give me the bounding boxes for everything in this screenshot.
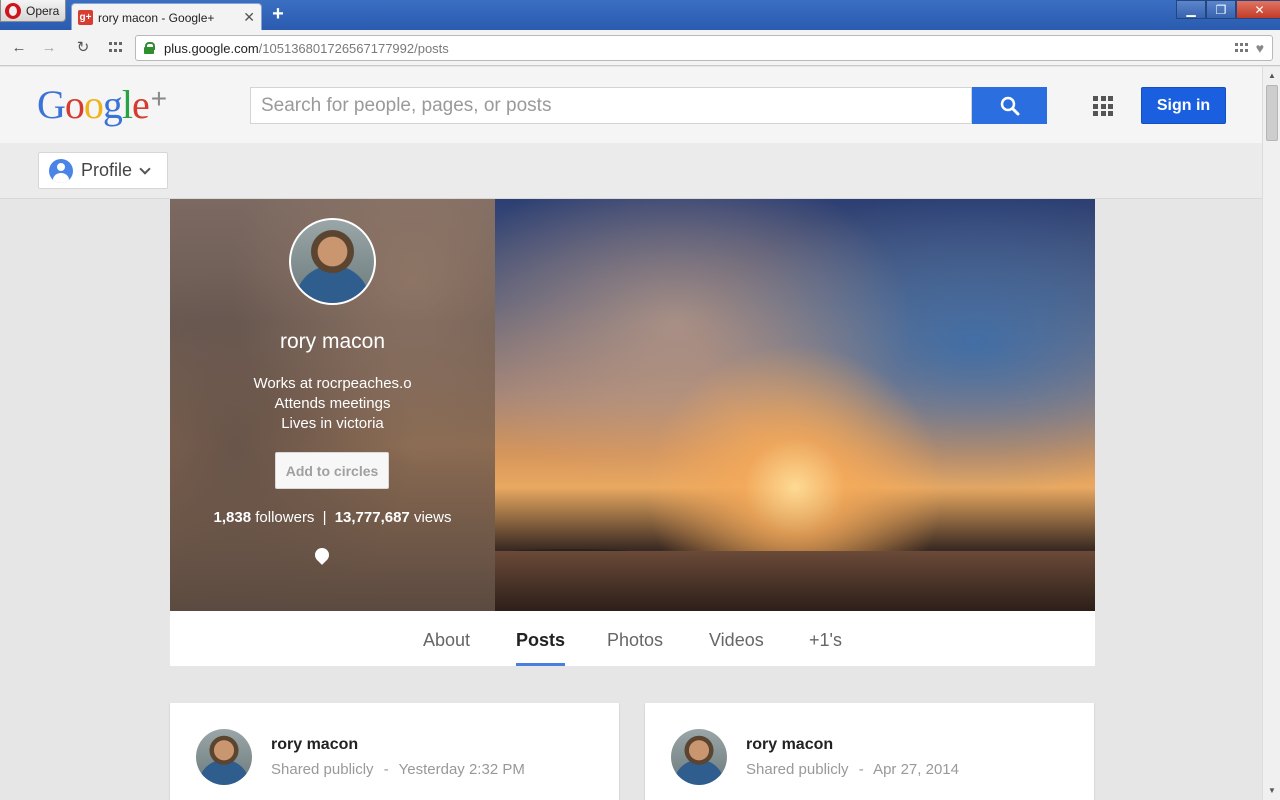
google-plus-header: Google+ Sign in [0,67,1262,143]
opera-logo-icon [5,2,21,19]
post-author-avatar[interactable] [671,729,727,785]
post-visibility[interactable]: Shared publicly [746,761,849,778]
cover-sea [495,551,1095,611]
google-plus-logo[interactable]: Google+ [37,81,167,128]
restore-button[interactable]: ❐ [1206,0,1236,19]
scroll-up-icon[interactable]: ▲ [1265,69,1279,83]
new-tab-button[interactable]: + [268,4,288,24]
minimize-button[interactable]: ▁ [1176,0,1206,19]
profile-work: Works at rocrpeaches.o [253,375,412,392]
post-timestamp[interactable]: Apr 27, 2014 [873,761,959,778]
opera-menu-button[interactable]: Opera [0,0,66,22]
profile-stats: 1,838 followers | 13,777,687 views [170,509,495,526]
person-icon [49,158,73,183]
lock-icon [144,42,155,54]
profile-name: rory macon [279,330,386,353]
profile-attends: Attends meetings [274,395,391,412]
tab-posts[interactable]: Posts [516,611,566,666]
sign-in-button[interactable]: Sign in [1141,87,1226,124]
post-author-avatar[interactable] [196,729,252,785]
search-button[interactable] [972,87,1047,124]
heart-icon[interactable]: ♥ [1256,41,1264,55]
profile-menu-button[interactable]: Profile [38,152,168,189]
tab-close-icon[interactable]: ✕ [243,9,255,26]
profile-menu-label: Profile [81,160,133,180]
search-input[interactable] [250,87,972,124]
post-meta: Shared publicly - Apr 27, 2014 [746,761,959,778]
stats-separator: | [322,509,327,526]
views-label: views [413,509,452,526]
forward-icon[interactable]: → [40,39,58,57]
add-to-circles-button[interactable]: Add to circles [275,452,389,489]
tab-plus-ones[interactable]: +1's [809,611,842,666]
profile-avatar[interactable] [289,218,376,305]
reload-icon[interactable]: ↻ [74,39,92,57]
speed-dial-icon[interactable] [109,42,123,54]
browser-titlebar: Opera g+ rory macon - Google+ ✕ + ▁ ❐ ✕ [0,0,1280,31]
url-text: plus.google.com/105136801726567177992/po… [164,40,449,56]
post-visibility[interactable]: Shared publicly [271,761,374,778]
post-meta-separator: - [383,761,389,778]
google-plus-favicon-icon: g+ [78,10,93,25]
page-scrollbar[interactable]: ▲ ▼ [1262,67,1280,800]
apps-icon[interactable] [1093,96,1113,116]
tab-photos[interactable]: Photos [607,611,663,666]
post-timestamp[interactable]: Yesterday 2:32 PM [399,761,525,778]
back-icon[interactable]: ← [10,39,28,57]
profile-tabs: About Posts Photos Videos +1's [170,611,1095,666]
tab-about[interactable]: About [423,611,470,666]
followers-count: 1,838 [213,509,252,526]
views-count: 13,777,687 [334,509,410,526]
post-meta-separator: - [858,761,864,778]
post-meta: Shared publicly - Yesterday 2:32 PM [271,761,525,778]
close-window-button[interactable]: ✕ [1236,0,1280,19]
search-icon [1000,96,1019,115]
post-author-name[interactable]: rory macon [746,736,833,754]
address-bar[interactable]: plus.google.com/105136801726567177992/po… [135,35,1273,61]
scroll-down-icon[interactable]: ▼ [1265,784,1279,798]
cover-photo[interactable] [495,199,1095,611]
stash-icon[interactable] [1234,42,1248,54]
post-author-name[interactable]: rory macon [271,736,358,754]
tab-title: rory macon - Google+ [98,10,215,25]
followers-label: followers [255,509,315,526]
profile-info-panel: rory macon Works at rocrpeaches.o Attend… [170,199,495,611]
window-controls: ▁ ❐ ✕ [1176,0,1280,20]
page-content: Google+ Sign in Profile rory macon Works… [0,67,1262,800]
profile-lives: Lives in victoria [281,415,384,432]
post-card[interactable]: rory macon Shared publicly - Yesterday 2… [170,703,619,800]
profile-subbar: Profile [0,143,1262,199]
location-pin-icon [315,548,329,564]
browser-tab[interactable]: g+ rory macon - Google+ ✕ [71,3,262,31]
tab-videos[interactable]: Videos [709,611,764,666]
post-card[interactable]: rory macon Shared publicly - Apr 27, 201… [645,703,1094,800]
scrollbar-thumb[interactable] [1266,85,1278,141]
chevron-down-icon [139,162,151,175]
browser-navbar: ← → ↻ plus.google.com/105136801726567177… [0,30,1280,66]
opera-menu-label: Opera [26,3,60,18]
